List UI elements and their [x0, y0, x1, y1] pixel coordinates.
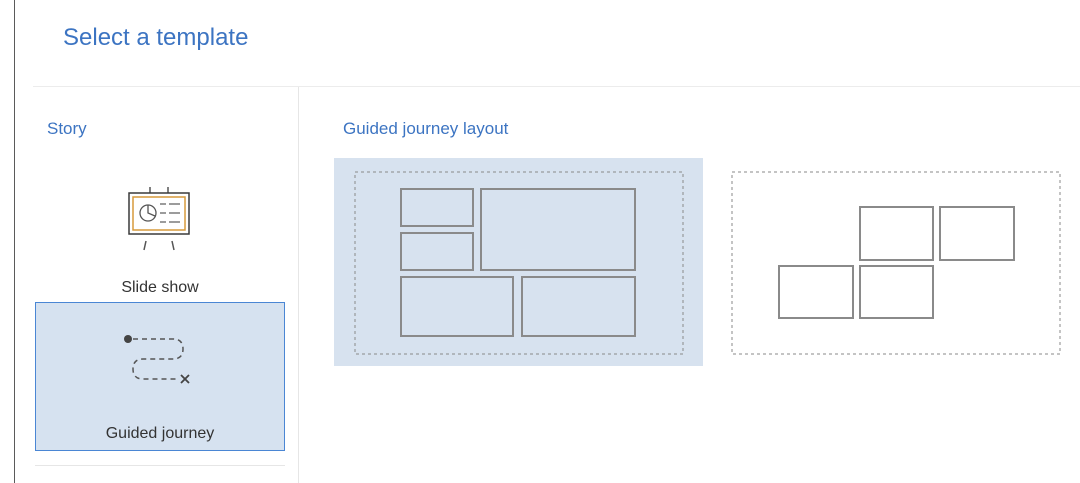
layout-section-label: Guided journey layout [343, 119, 509, 138]
story-section-label: Story [47, 119, 87, 138]
sidebar-bottom-divider [35, 465, 285, 466]
template-slide-show[interactable]: Slide show [35, 170, 285, 302]
sidebar-divider [298, 87, 299, 483]
grid-layout-icon [354, 171, 684, 355]
slideshow-icon [128, 185, 190, 262]
guided-journey-icon [121, 331, 201, 408]
template-dialog: Select a template Story Slide show Guide… [14, 0, 1080, 483]
staggered-layout-icon [731, 171, 1061, 355]
header-divider [33, 86, 1080, 87]
layout-option-grid[interactable] [334, 158, 703, 366]
dialog-title: Select a template [63, 24, 249, 51]
template-guided-journey[interactable]: Guided journey [35, 302, 285, 451]
slide-show-label: Slide show [121, 279, 199, 296]
layout-option-staggered[interactable] [727, 158, 1067, 366]
guided-journey-label: Guided journey [105, 425, 215, 442]
